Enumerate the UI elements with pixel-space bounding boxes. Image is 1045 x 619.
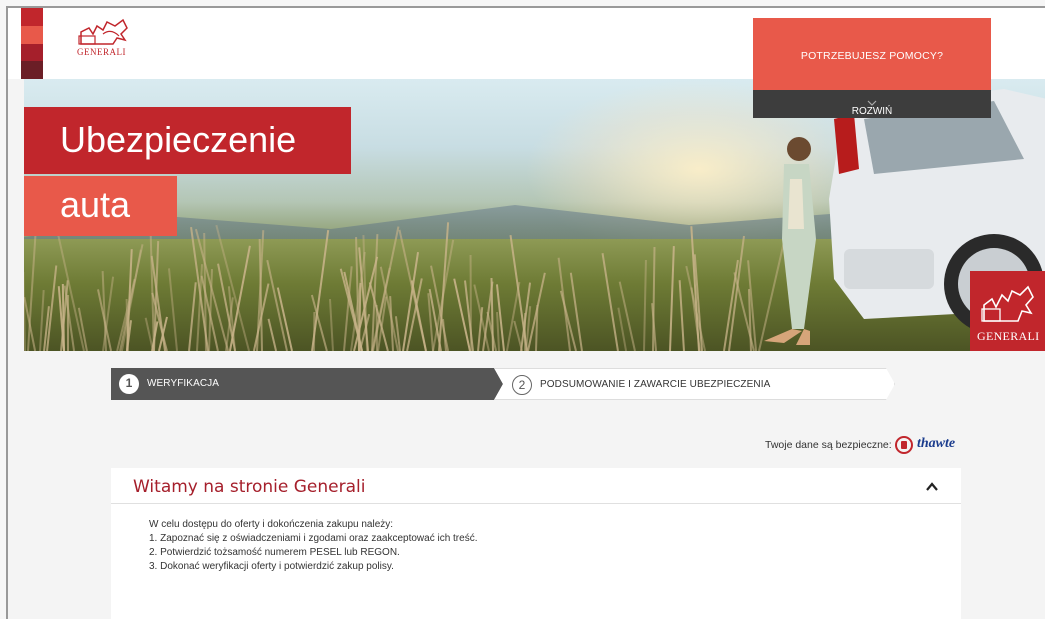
step-number: 1 [119, 374, 139, 394]
generali-corner-logo: GENERALI [970, 271, 1045, 351]
step-label: PODSUMOWANIE I ZAWARCIE UBEZPIECZENIA [540, 379, 771, 390]
logo-text: GENERALI [77, 47, 126, 57]
thawte-label: thawte [917, 436, 956, 451]
chevron-up-icon[interactable] [925, 480, 939, 494]
welcome-panel: Witamy na stronie Generali W celu dostęp… [111, 468, 961, 619]
hero-title-line2: auta [60, 184, 131, 225]
logo-text: GENERALI [977, 329, 1040, 343]
generali-logo[interactable]: GENERALI [73, 14, 145, 64]
step-label: WERYFIKACJA [147, 378, 220, 389]
instruction-line: 3. Dokonać weryfikacji oferty i potwierd… [149, 561, 394, 572]
help-label: POTRZEBUJESZ POMOCY? [800, 50, 944, 62]
thawte-icon [895, 436, 913, 454]
expand-label: ROZWIŃ [753, 98, 991, 117]
expand-button[interactable]: ROZWIŃ [753, 90, 991, 118]
welcome-instructions: W celu dostępu do oferty i dokończenia z… [149, 518, 477, 574]
lion-icon [981, 285, 1034, 322]
hero-title-line1: Ubezpieczenie [60, 119, 297, 160]
instruction-line: 2. Potwierdzić tożsamość numerem PESEL l… [149, 547, 400, 558]
progress-steps: 1 WERYFIKACJA 2 PODSUMOWANIE I ZAWARCIE … [111, 368, 895, 400]
welcome-panel-header[interactable]: Witamy na stronie Generali [111, 468, 961, 504]
help-button[interactable]: POTRZEBUJESZ POMOCY? [753, 18, 991, 90]
brand-color-strip [21, 8, 43, 79]
instruction-line: 1. Zapoznać się z oświadczeniami i zgoda… [149, 533, 478, 544]
step-verification[interactable]: 1 WERYFIKACJA [111, 368, 503, 400]
page-frame: GENERALI Ubezpieczenie auta GENERALI POT… [6, 6, 1045, 619]
welcome-title: Witamy na stronie Generali [133, 477, 366, 497]
hero-title-line1-box: Ubezpieczenie [24, 107, 351, 174]
lion-icon [78, 18, 128, 45]
step-summary[interactable]: 2 PODSUMOWANIE I ZAWARCIE UBEZPIECZENIA [494, 368, 895, 400]
instruction-line: W celu dostępu do oferty i dokończenia z… [149, 519, 394, 530]
hero-title-line2-box: auta [24, 176, 177, 236]
step-number: 2 [512, 375, 532, 395]
security-text: Twoje dane są bezpieczne: [765, 439, 892, 451]
thawte-badge[interactable]: thawte [895, 434, 975, 456]
